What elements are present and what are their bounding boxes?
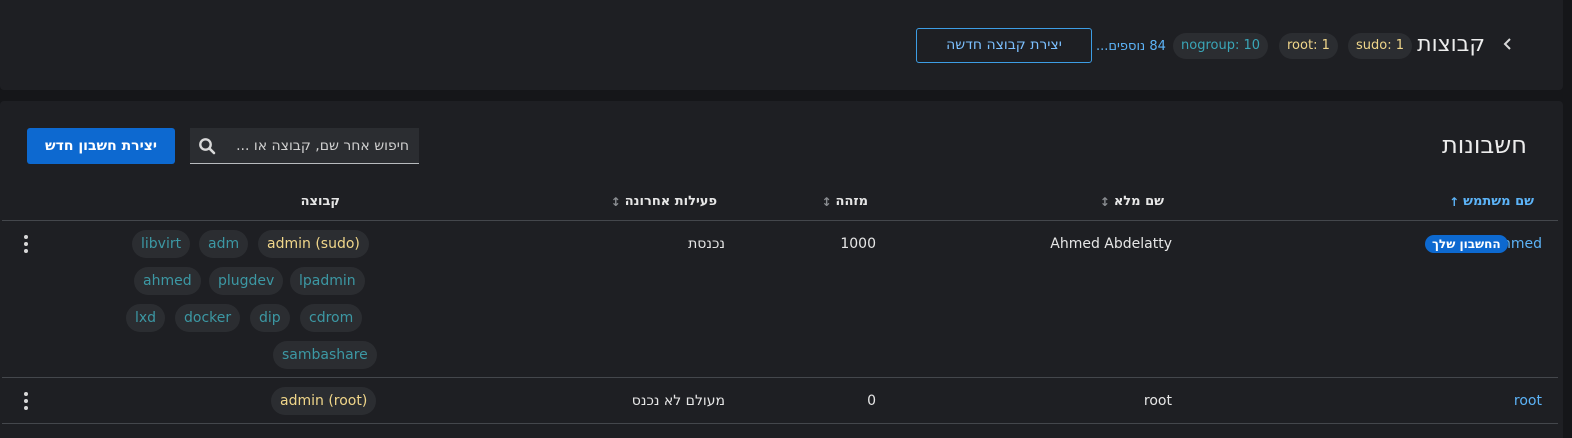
group-chip-docker[interactable]: docker bbox=[175, 304, 241, 332]
username-link[interactable]: root bbox=[1514, 391, 1542, 411]
group-chip-ahmed[interactable]: ahmed bbox=[134, 267, 201, 295]
search-input[interactable] bbox=[229, 128, 419, 163]
groups-card: קבוצות sudo: 1 root: 1 nogroup: 10 84 נו… bbox=[0, 0, 1563, 90]
more-groups-link[interactable]: 84 נוספים... bbox=[1096, 38, 1166, 56]
last-active-cell: נכנסת bbox=[688, 236, 725, 252]
row-divider bbox=[2, 423, 1558, 424]
group-chip-plugdev[interactable]: plugdev bbox=[209, 267, 284, 295]
group-chip-libvirt[interactable]: libvirt bbox=[132, 230, 191, 258]
group-chip-sudo[interactable]: sudo: 1 bbox=[1348, 33, 1413, 59]
row-divider bbox=[2, 377, 1558, 378]
full-name-cell: Ahmed Abdelatty bbox=[1050, 236, 1172, 252]
full-name-cell: root bbox=[1143, 393, 1172, 409]
group-chip-lpadmin[interactable]: lpadmin bbox=[290, 267, 365, 295]
group-chip-dip[interactable]: dip bbox=[250, 304, 290, 332]
accounts-card: חשבונות יצירת חשבון חדש שם משתמש ↑ שם מל… bbox=[0, 101, 1563, 438]
column-header-last-active[interactable]: פעילות אחרונה ↕ bbox=[611, 193, 717, 211]
column-header-label: מזהה bbox=[835, 194, 868, 209]
column-header-label: קבוצה bbox=[300, 194, 340, 209]
search-icon bbox=[198, 137, 216, 155]
search-box[interactable] bbox=[190, 128, 419, 164]
your-account-badge: החשבון שלך bbox=[1425, 235, 1508, 253]
group-chip-lxd[interactable]: lxd bbox=[126, 304, 166, 332]
column-header-full-name[interactable]: שם מלא ↕ bbox=[1100, 193, 1164, 211]
create-account-button[interactable]: יצירת חשבון חדש bbox=[27, 128, 175, 164]
chevron-left-icon[interactable] bbox=[1500, 36, 1516, 52]
header-divider bbox=[2, 220, 1558, 221]
id-cell: 1000 bbox=[840, 236, 876, 252]
groups-title[interactable]: קבוצות bbox=[1417, 30, 1485, 60]
column-header-id[interactable]: מזהה ↕ bbox=[821, 193, 868, 211]
column-header-label: שם מלא bbox=[1113, 194, 1164, 209]
kebab-menu-icon[interactable] bbox=[23, 235, 29, 253]
sort-icon: ↕ bbox=[1099, 195, 1110, 209]
create-group-button[interactable]: יצירת קבוצה חדשה bbox=[916, 28, 1092, 63]
kebab-menu-icon[interactable] bbox=[23, 392, 29, 410]
id-cell: 0 bbox=[867, 393, 876, 409]
group-chip-cdrom[interactable]: cdrom bbox=[300, 304, 363, 332]
column-header-username[interactable]: שם משתמש ↑ bbox=[1449, 193, 1534, 211]
column-header-label: שם משתמש bbox=[1463, 194, 1534, 209]
group-chip-admin-root[interactable]: admin (root) bbox=[271, 387, 377, 415]
group-chip-root[interactable]: root: 1 bbox=[1279, 33, 1338, 59]
column-header-group: קבוצה bbox=[301, 193, 340, 211]
sort-ascending-icon: ↑ bbox=[1449, 195, 1460, 209]
column-header-label: פעילות אחרונה bbox=[624, 194, 717, 209]
accounts-title: חשבונות bbox=[1441, 131, 1527, 159]
sort-icon: ↕ bbox=[610, 195, 621, 209]
group-chip-sambashare[interactable]: sambashare bbox=[273, 341, 377, 369]
group-chip-admin-sudo[interactable]: admin (sudo) bbox=[258, 230, 369, 258]
sort-icon: ↕ bbox=[821, 195, 832, 209]
last-active-cell: מעולם לא נכנס bbox=[631, 393, 725, 409]
group-chip-nogroup[interactable]: nogroup: 10 bbox=[1173, 33, 1269, 59]
group-chip-adm[interactable]: adm bbox=[199, 230, 249, 258]
